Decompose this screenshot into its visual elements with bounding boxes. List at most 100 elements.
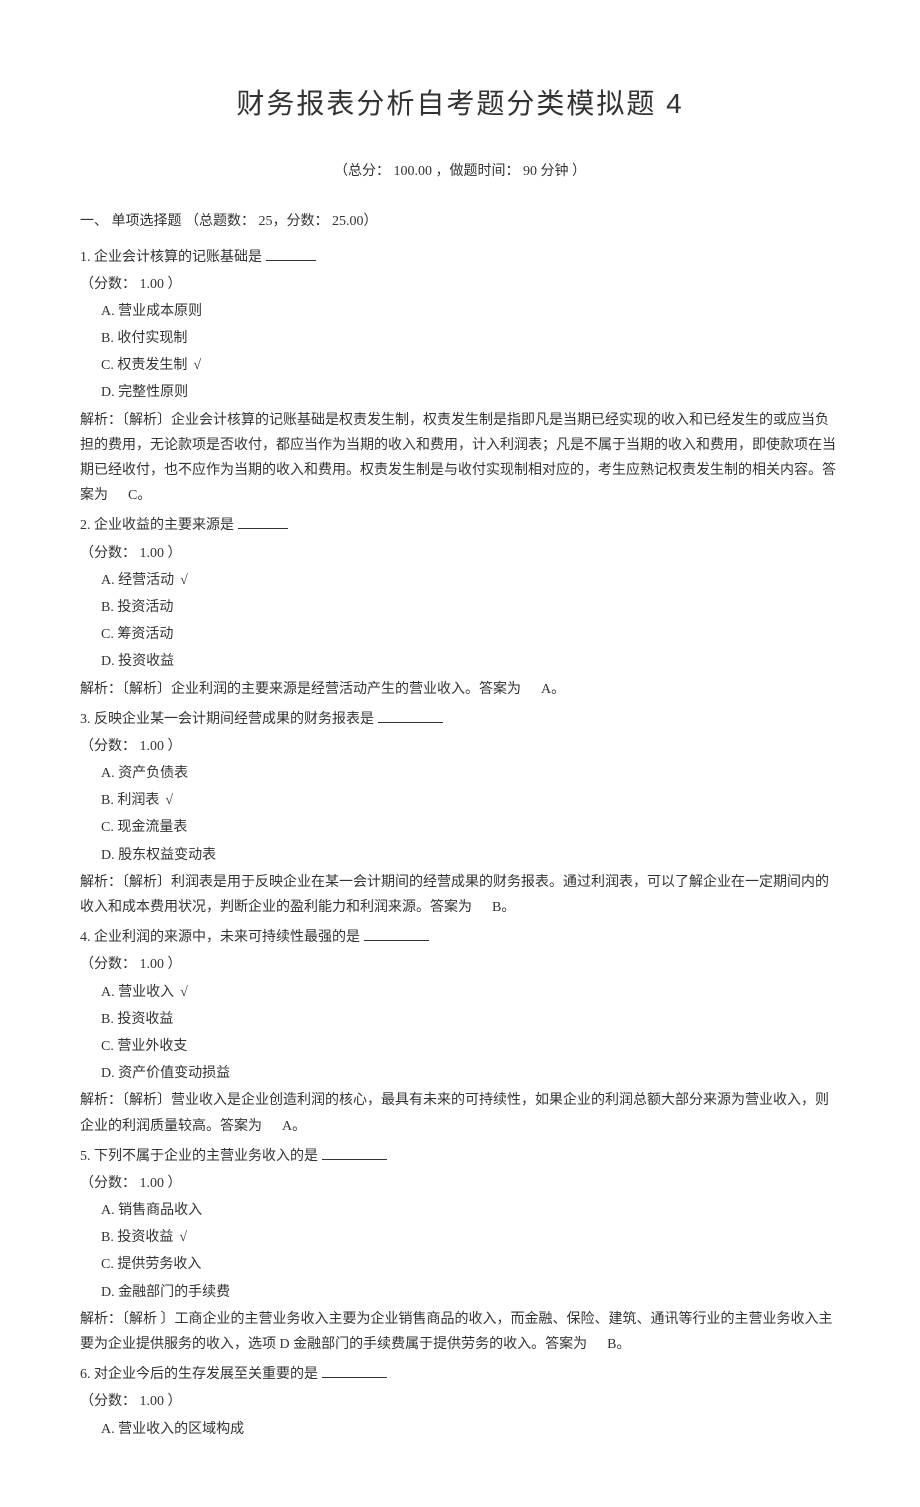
explanation-text: 解析：〔解析〕利润表是用于反映企业在某一会计期间的经营成果的财务报表。通过利润表… (80, 875, 829, 915)
option-label: A. (101, 985, 118, 1000)
option-text: 资产价值变动损益 (118, 1066, 230, 1081)
question-text: 2. 企业收益的主要来源是 (80, 513, 840, 538)
option: B. 投资收益 (80, 1007, 840, 1032)
option-label: B. (101, 1230, 117, 1245)
option: C. 筹资活动 (80, 622, 840, 647)
question-number: 2. (80, 518, 94, 533)
option-label: B. (101, 1012, 117, 1027)
blank-line (266, 246, 316, 261)
check-icon: √ (180, 573, 188, 588)
answer-label: A。 (541, 682, 565, 697)
option-label: A. (101, 766, 118, 781)
explanation: 解析：〔解析 〕工商企业的主营业务收入主要为企业销售商品的收入，而金融、保险、建… (80, 1307, 840, 1357)
option-label: A. (101, 573, 118, 588)
document-title: 财务报表分析自考题分类模拟题 4 (80, 79, 840, 129)
option-text: 营业成本原则 (118, 304, 202, 319)
option-text: 利润表 (117, 793, 159, 808)
question-text: 4. 企业利润的来源中，未来可持续性最强的是 (80, 925, 840, 950)
option-label: B. (101, 600, 117, 615)
option-text: 营业收入 (118, 985, 174, 1000)
blank-line (322, 1363, 387, 1378)
option-text: 投资收益 (117, 1012, 173, 1027)
option-text: 筹资活动 (117, 627, 173, 642)
option: A. 营业成本原则 (80, 299, 840, 324)
option-label: A. (101, 304, 118, 319)
option-text: 营业外收支 (117, 1039, 187, 1054)
option: A. 经营活动 √ (80, 568, 840, 593)
section-header: 一、 单项选择题 （总题数： 25，分数： 25.00） (80, 209, 840, 234)
question: 2. 企业收益的主要来源是（分数： 1.00 ）A. 经营活动√B. 投资活动C… (80, 513, 840, 701)
option-text: 金融部门的手续费 (118, 1285, 230, 1300)
option: B. 投资活动 (80, 595, 840, 620)
option: D. 金融部门的手续费 (80, 1280, 840, 1305)
question-stem: 企业利润的来源中，未来可持续性最强的是 (94, 930, 360, 945)
option: C. 权责发生制 √ (80, 353, 840, 378)
explanation-text: 解析：〔解析〕企业利润的主要来源是经营活动产生的营业收入。答案为 (80, 682, 521, 697)
option-label: C. (101, 1257, 117, 1272)
question-text: 6. 对企业今后的生存发展至关重要的是 (80, 1362, 840, 1387)
question-number: 1. (80, 250, 94, 265)
option: B. 收付实现制 (80, 326, 840, 351)
option-label: D. (101, 1066, 118, 1081)
blank-line (378, 708, 443, 723)
option: D. 资产价值变动损益 (80, 1061, 840, 1086)
explanation: 解析：〔解析〕企业会计核算的记账基础是权责发生制，权责发生制是指即凡是当期已经实… (80, 408, 840, 509)
option-label: C. (101, 820, 117, 835)
option-text: 提供劳务收入 (117, 1257, 201, 1272)
question-stem: 反映企业某一会计期间经营成果的财务报表是 (94, 712, 374, 727)
option-text: 现金流量表 (117, 820, 187, 835)
question: 1. 企业会计核算的记账基础是（分数： 1.00 ）A. 营业成本原则B. 收付… (80, 245, 840, 509)
question-stem: 对企业今后的生存发展至关重要的是 (94, 1367, 318, 1382)
question-score: （分数： 1.00 ） (80, 734, 840, 759)
option: C. 营业外收支 (80, 1034, 840, 1059)
option-text: 股东权益变动表 (118, 848, 216, 863)
option-text: 投资收益 (117, 1230, 173, 1245)
explanation-text: 解析：〔解析〕营业收入是企业创造利润的核心，最具有未来的可持续性，如果企业的利润… (80, 1093, 829, 1133)
exam-meta: （总分： 100.00 ，做题时间： 90 分钟 ） (80, 159, 840, 184)
option-text: 营业收入的区域构成 (118, 1422, 244, 1437)
option-label: D. (101, 654, 118, 669)
question-number: 6. (80, 1367, 94, 1382)
question-text: 1. 企业会计核算的记账基础是 (80, 245, 840, 270)
option-label: D. (101, 1285, 118, 1300)
question: 6. 对企业今后的生存发展至关重要的是（分数： 1.00 ）A. 营业收入的区域… (80, 1362, 840, 1442)
option-text: 投资收益 (118, 654, 174, 669)
option-label: A. (101, 1422, 118, 1437)
option-text: 投资活动 (117, 600, 173, 615)
question-number: 5. (80, 1149, 94, 1164)
option-text: 完整性原则 (118, 385, 188, 400)
blank-line (238, 514, 288, 529)
explanation-text: 解析：〔解析 〕工商企业的主营业务收入主要为企业销售商品的收入，而金融、保险、建… (80, 1312, 833, 1352)
option: A. 资产负债表 (80, 761, 840, 786)
option: C. 现金流量表 (80, 815, 840, 840)
check-icon: √ (179, 1230, 187, 1245)
question-score: （分数： 1.00 ） (80, 1389, 840, 1414)
option-label: D. (101, 848, 118, 863)
answer-label: B。 (607, 1337, 630, 1352)
question: 5. 下列不属于企业的主营业务收入的是（分数： 1.00 ）A. 销售商品收入B… (80, 1144, 840, 1358)
option-text: 销售商品收入 (118, 1203, 202, 1218)
option-text: 收付实现制 (117, 331, 187, 346)
check-icon: √ (165, 793, 173, 808)
question-number: 4. (80, 930, 94, 945)
question-score: （分数： 1.00 ） (80, 952, 840, 977)
question-text: 5. 下列不属于企业的主营业务收入的是 (80, 1144, 840, 1169)
question: 4. 企业利润的来源中，未来可持续性最强的是（分数： 1.00 ）A. 营业收入… (80, 925, 840, 1139)
option-label: C. (101, 358, 117, 373)
explanation-text: 解析：〔解析〕企业会计核算的记账基础是权责发生制，权责发生制是指即凡是当期已经实… (80, 413, 836, 504)
option-text: 经营活动 (118, 573, 174, 588)
blank-line (364, 926, 429, 941)
explanation: 解析：〔解析〕企业利润的主要来源是经营活动产生的营业收入。答案为 A。 (80, 677, 840, 702)
option-text: 权责发生制 (117, 358, 187, 373)
option: A. 营业收入的区域构成 (80, 1417, 840, 1442)
option: B. 投资收益 √ (80, 1225, 840, 1250)
option: D. 投资收益 (80, 649, 840, 674)
blank-line (322, 1145, 387, 1160)
option-label: D. (101, 385, 118, 400)
option-label: B. (101, 793, 117, 808)
answer-label: C。 (128, 488, 151, 503)
question-score: （分数： 1.00 ） (80, 272, 840, 297)
check-icon: √ (193, 358, 201, 373)
explanation: 解析：〔解析〕利润表是用于反映企业在某一会计期间的经营成果的财务报表。通过利润表… (80, 870, 840, 920)
option-label: C. (101, 1039, 117, 1054)
